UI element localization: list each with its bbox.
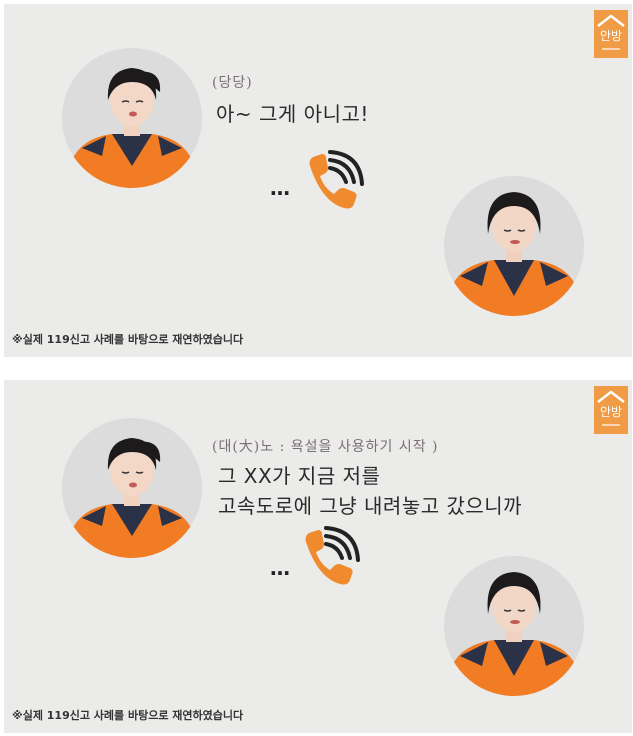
dispatcher-avatar — [444, 176, 584, 316]
ellipsis: … — [270, 176, 291, 200]
dialogue-line-1: 아~ 그게 아니고! — [216, 102, 369, 126]
disclaimer: ※실제 119신고 사례를 바탕으로 재연하였습니다 — [12, 709, 244, 722]
channel-logo: 안방 — [594, 386, 628, 434]
dispatcher-avatar — [444, 556, 584, 696]
panel-1: 안방 (당당) 아~ 그게 아니고! … ※실제 119신고 사례를 바탕으로 … — [4, 4, 632, 357]
ringing-phone-icon — [309, 150, 364, 209]
panel-2: 안방 (대(大)노 : 욕설을 사용하기 시작 ) 그 XX가 지금 저를 고속… — [4, 380, 632, 733]
ellipsis: … — [270, 556, 291, 580]
stage-direction: (당당) — [212, 75, 253, 91]
caller-avatar — [62, 48, 202, 188]
caller-avatar — [62, 418, 202, 558]
svg-text:안방: 안방 — [600, 405, 622, 419]
stage-direction: (대(大)노 : 욕설을 사용하기 시작 ) — [212, 439, 439, 455]
dialogue-line-2: 고속도로에 그냥 내려놓고 갔으니까 — [218, 494, 523, 518]
channel-logo: 안방 — [594, 10, 628, 58]
panel-divider — [0, 358, 633, 380]
dialogue-line-1: 그 XX가 지금 저를 — [218, 464, 381, 488]
svg-text:안방: 안방 — [600, 29, 622, 43]
ringing-phone-icon — [305, 526, 360, 585]
disclaimer: ※실제 119신고 사례를 바탕으로 재연하였습니다 — [12, 333, 244, 346]
